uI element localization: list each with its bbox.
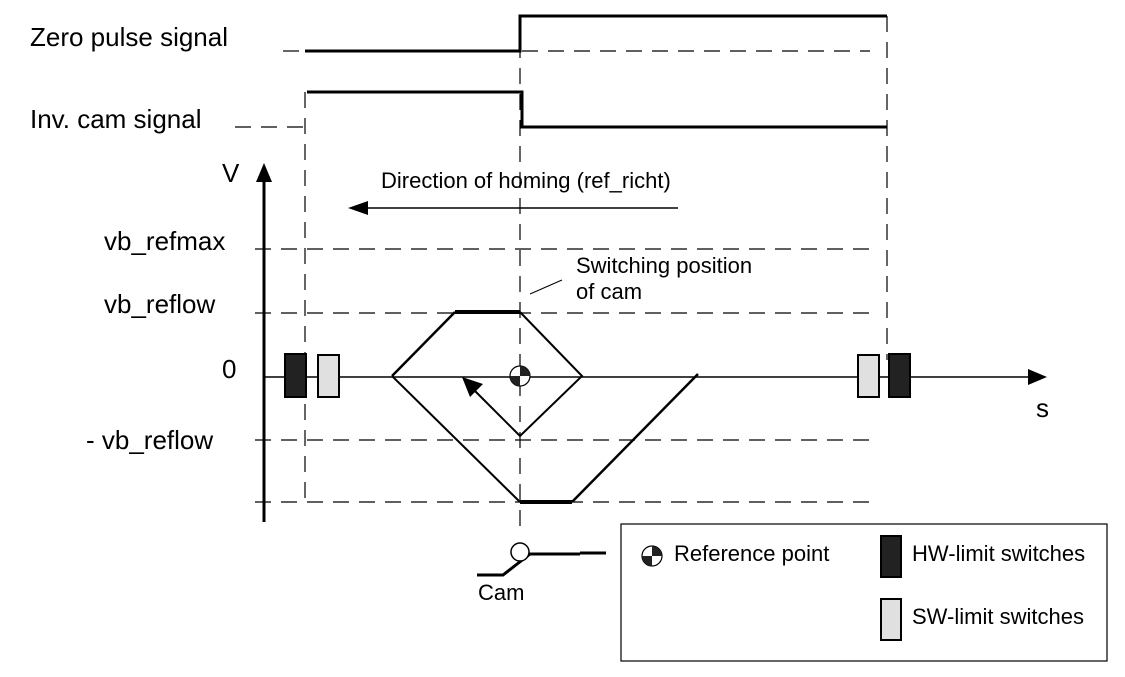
- inv-cam-label: Inv. cam signal: [30, 104, 201, 134]
- hw-limit-switch-left: [284, 353, 307, 398]
- direction-arrowhead-icon: [348, 201, 368, 215]
- direction-label: Direction of homing (ref_richt): [381, 168, 671, 193]
- switching-label-2: of cam: [576, 279, 642, 304]
- level-refmax-label: vb_refmax: [104, 226, 225, 256]
- legend-reference-point-icon: [641, 545, 663, 567]
- zero-pulse-label: Zero pulse signal: [30, 22, 228, 52]
- zero-pulse-trace: [305, 14, 887, 53]
- hw-limit-switch-right: [888, 353, 911, 398]
- return-arrowhead-icon: [462, 377, 483, 397]
- inv-cam-trace: [307, 90, 887, 129]
- reference-point-icon: [509, 365, 531, 387]
- homing-diagram: Zero pulse signal Inv. cam signal V Dire…: [30, 14, 1108, 662]
- homing-profile-ramp: [571, 373, 699, 503]
- zero-label: 0: [222, 354, 236, 384]
- v-axis-label: V: [222, 158, 240, 188]
- legend-reference-point: Reference point: [674, 541, 829, 566]
- legend-hw-limit: HW-limit switches: [912, 541, 1085, 566]
- s-axis-label: s: [1036, 393, 1049, 423]
- legend-sw-swatch: [880, 598, 902, 641]
- sw-limit-switch-right: [857, 354, 880, 398]
- s-axis-arrow-icon: [1028, 369, 1047, 385]
- level-neg-reflow-label: - vb_reflow: [86, 425, 213, 455]
- switching-label-1: Switching position: [576, 253, 752, 278]
- sw-limit-switch-left: [317, 354, 340, 398]
- level-reflow-label: vb_reflow: [104, 289, 215, 319]
- cam-icon: [477, 542, 606, 577]
- v-axis-arrow-icon: [256, 163, 272, 182]
- homing-profile-lower: [391, 375, 521, 503]
- homing-profile-upper: [391, 311, 456, 377]
- switching-leader: [529, 279, 563, 295]
- legend-hw-swatch: [880, 535, 902, 578]
- cam-label: Cam: [478, 580, 524, 605]
- legend-sw-limit: SW-limit switches: [912, 604, 1084, 629]
